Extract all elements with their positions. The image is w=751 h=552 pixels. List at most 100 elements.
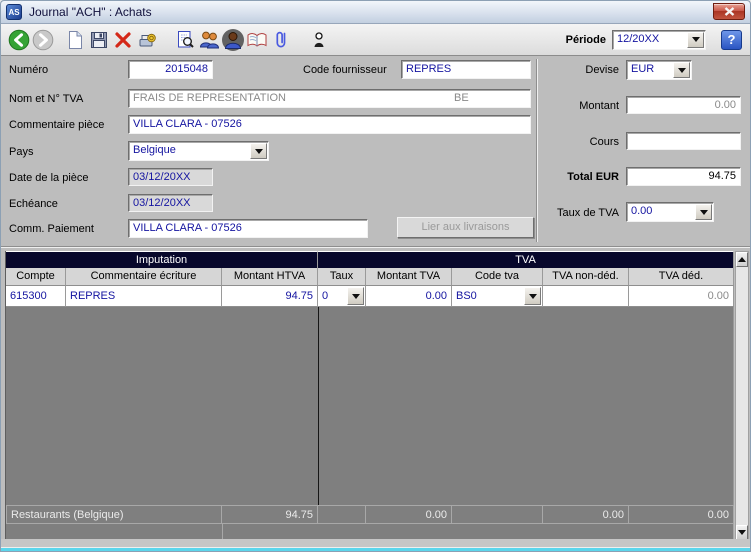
toolbar: Période 12/20XX ? [1, 24, 750, 56]
delete-button[interactable] [111, 28, 135, 52]
date-piece-field[interactable]: 03/12/20XX [128, 168, 213, 186]
journal-book-button[interactable] [245, 28, 269, 52]
commentaire-piece-label: Commentaire pièce [9, 119, 104, 131]
col-tva-non-ded[interactable]: TVA non-déd. [543, 268, 629, 286]
cell-montant-tva[interactable]: 0.00 [366, 286, 452, 307]
app-window: AS Journal "ACH" : Achats [0, 0, 751, 552]
summary-tva-ded: 0.00 [629, 505, 734, 524]
devise-combobox[interactable]: EUR [626, 60, 692, 80]
taux-cell-dropdown-button[interactable] [347, 287, 364, 305]
form-divider [536, 59, 538, 242]
taux-tva-value: 0.00 [631, 205, 652, 217]
back-icon [8, 29, 30, 51]
pays-dropdown-button[interactable] [250, 143, 267, 159]
col-tva-ded[interactable]: TVA déd. [629, 268, 734, 286]
code-fournisseur-label: Code fournisseur [303, 64, 387, 76]
user-button[interactable] [221, 28, 245, 52]
nom-tva-value: FRAIS DE REPRESENTATION [133, 92, 286, 104]
nom-tva-label: Nom et N° TVA [9, 93, 83, 105]
bottom-cyan-edge [1, 547, 750, 551]
chevron-down-icon [692, 37, 700, 42]
preview-button[interactable] [173, 28, 197, 52]
back-button[interactable] [7, 28, 31, 52]
date-piece-label: Date de la pièce [9, 172, 89, 184]
attachment-button[interactable] [269, 28, 293, 52]
cell-taux-value: 0 [322, 290, 328, 302]
col-commentaire[interactable]: Commentaire écriture [66, 268, 222, 286]
bottom-strip [1, 539, 750, 551]
new-document-icon [65, 30, 85, 50]
summary-montant-htva: 94.75 [222, 505, 318, 524]
cell-code-tva-combobox[interactable]: BS0 [452, 286, 543, 307]
save-button[interactable] [87, 28, 111, 52]
contacts-button[interactable] [197, 28, 221, 52]
group-tva: TVA [318, 251, 734, 268]
col-code-tva[interactable]: Code tva [452, 268, 543, 286]
total-eur-field[interactable]: 94.75 [626, 167, 741, 186]
user-silhouette-button[interactable] [307, 28, 331, 52]
lier-aux-livraisons-button[interactable]: Lier aux livraisons [397, 217, 534, 238]
grid-empty-body[interactable] [6, 307, 734, 505]
delete-icon [113, 30, 133, 50]
vertical-scrollbar[interactable] [735, 251, 749, 541]
new-document-button[interactable] [63, 28, 87, 52]
summary-code-tva [452, 505, 543, 524]
col-compte[interactable]: Compte [6, 268, 66, 286]
echeance-field[interactable]: 03/12/20XX [128, 194, 213, 212]
scroll-down-button[interactable] [736, 525, 748, 540]
payment-button[interactable] [135, 28, 159, 52]
cours-field[interactable] [626, 132, 741, 150]
taux-tva-dropdown-button[interactable] [695, 204, 712, 220]
scroll-up-icon [738, 257, 746, 262]
payment-icon [137, 30, 157, 50]
window-title: Journal "ACH" : Achats [29, 5, 152, 19]
commentaire-piece-field[interactable]: VILLA CLARA - 07526 [128, 115, 531, 134]
table-row: 615300 REPRES 94.75 0 0.00 BS0 0.00 [6, 286, 734, 307]
numero-field[interactable]: 2015048 [128, 60, 213, 79]
numero-label: Numéro [9, 64, 48, 76]
chevron-down-icon [700, 210, 708, 215]
group-separator-line [318, 307, 319, 505]
montant-label: Montant [544, 100, 619, 112]
period-dropdown-button[interactable] [687, 32, 704, 48]
help-button[interactable]: ? [721, 30, 742, 50]
scroll-up-button[interactable] [736, 252, 748, 267]
close-button[interactable] [713, 3, 745, 20]
pays-value: Belgique [133, 144, 176, 156]
cell-compte[interactable]: 615300 [6, 286, 66, 307]
devise-dropdown-button[interactable] [673, 62, 690, 78]
code-tva-cell-dropdown-button[interactable] [524, 287, 541, 305]
taux-tva-label: Taux de TVA [544, 207, 619, 219]
taux-tva-combobox[interactable]: 0.00 [626, 202, 714, 222]
entries-grid: Imputation TVA Compte Commentaire écritu… [5, 251, 734, 541]
nom-tva-country-code: BE [454, 92, 469, 104]
grid-group-header: Imputation TVA [6, 251, 734, 268]
grid-column-header: Compte Commentaire écriture Montant HTVA… [6, 268, 734, 286]
cell-commentaire[interactable]: REPRES [66, 286, 222, 307]
forward-button[interactable] [31, 28, 55, 52]
cell-montant-htva[interactable]: 94.75 [222, 286, 318, 307]
scroll-down-icon [738, 530, 746, 535]
devise-value: EUR [631, 63, 654, 75]
col-montant-tva[interactable]: Montant TVA [366, 268, 452, 286]
user-silhouette-icon [311, 31, 327, 49]
close-icon [724, 7, 735, 16]
summary-tva-non-ded: 0.00 [543, 505, 629, 524]
cell-code-tva-value: BS0 [456, 290, 477, 302]
col-montant-htva[interactable]: Montant HTVA [222, 268, 318, 286]
total-eur-label: Total EUR [544, 171, 619, 183]
col-taux[interactable]: Taux [318, 268, 366, 286]
cell-tva-ded[interactable]: 0.00 [629, 286, 734, 307]
period-combobox[interactable]: 12/20XX [612, 30, 706, 50]
cell-tva-non-ded[interactable] [543, 286, 629, 307]
chevron-down-icon [529, 294, 537, 299]
group-imputation: Imputation [6, 251, 318, 268]
cell-taux-combobox[interactable]: 0 [318, 286, 366, 307]
montant-field[interactable]: 0.00 [626, 96, 741, 114]
code-fournisseur-field[interactable]: REPRES [401, 60, 531, 79]
user-icon [221, 28, 245, 52]
comm-paiement-field[interactable]: VILLA CLARA - 07526 [128, 219, 368, 238]
pays-combobox[interactable]: Belgique [128, 141, 269, 161]
nom-tva-field[interactable]: FRAIS DE REPRESENTATION BE [128, 89, 531, 108]
form-grid-separator [1, 246, 750, 248]
